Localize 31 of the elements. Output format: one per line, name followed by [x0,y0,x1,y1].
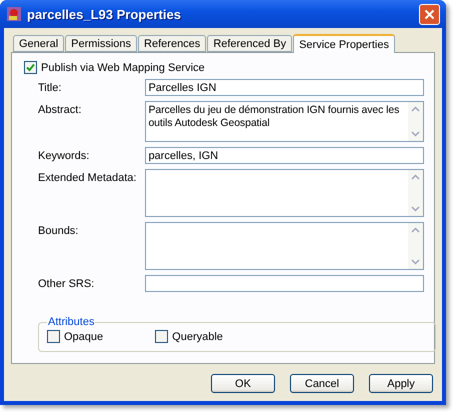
field-label: Bounds: [38,224,80,239]
close-icon [424,8,435,20]
checkbox[interactable] [155,330,168,343]
checkbox-label: Opaque [64,330,104,342]
tab[interactable]: Referenced By [207,35,292,52]
checkbox[interactable] [24,61,37,74]
tab[interactable]: General [13,35,64,52]
window-title: parcelles_L93 Properties [27,6,182,22]
field-label: Abstract: [38,103,82,118]
input-field[interactable]: parcelles, IGN [145,147,424,164]
dialog-button[interactable]: Apply [369,374,433,393]
field-label: Keywords: [38,149,90,164]
checkbox-label: Queryable [172,330,223,342]
layer-icon [6,6,22,22]
tab[interactable]: Permissions [65,35,138,52]
input-field[interactable]: Parcelles IGN [145,79,424,96]
field-label: Title: [38,81,62,96]
checkbox[interactable] [47,330,60,343]
close-button[interactable] [419,4,440,24]
dialog-button[interactable]: Cancel [290,374,354,393]
group-title: Attributes [47,316,96,328]
field-label: Extended Metadata: [38,171,138,186]
text-area[interactable]: Parcelles du jeu de démonstration IGN fournis avec les outils Autodesk Geospatial [145,101,424,142]
checkbox-label: Publish via Web Mapping Service [41,62,205,74]
text-area[interactable] [145,169,424,217]
text-area[interactable] [145,222,424,270]
field-label: Other SRS: [38,277,96,292]
tab[interactable]: References [138,35,206,52]
dialog-button[interactable]: OK [211,374,275,393]
input-field[interactable] [145,275,424,292]
tab[interactable]: Service Properties [293,34,395,53]
